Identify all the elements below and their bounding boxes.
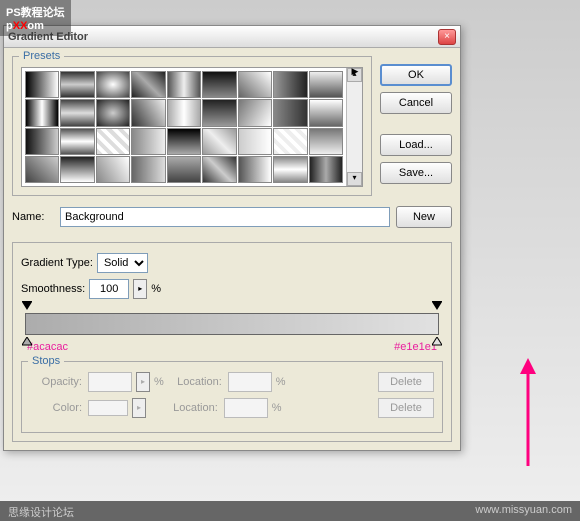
color-annotations: #acacac #e1e1e1 — [21, 341, 443, 357]
preset-swatch[interactable] — [167, 71, 201, 98]
load-button[interactable]: Load... — [380, 134, 452, 156]
preset-swatch[interactable] — [25, 99, 59, 126]
preset-swatch[interactable] — [25, 71, 59, 98]
save-button[interactable]: Save... — [380, 162, 452, 184]
color-swatch — [88, 400, 128, 416]
stops-label: Stops — [28, 355, 64, 367]
preset-swatch[interactable] — [96, 128, 130, 155]
preset-swatch[interactable] — [202, 156, 236, 183]
opacity-location-label: Location: — [168, 376, 224, 388]
stops-group: Stops Opacity: ▸ % Location: % Delete Co… — [21, 361, 443, 433]
preset-swatch[interactable] — [309, 99, 343, 126]
preset-swatch[interactable] — [273, 71, 307, 98]
preset-swatch[interactable] — [25, 156, 59, 183]
gradient-type-group: Gradient Type: Solid Smoothness: ▸ % #ac… — [12, 242, 452, 442]
preset-swatch[interactable] — [96, 156, 130, 183]
annotation-arrow-icon — [516, 358, 540, 471]
watermark-line1: PS教程论坛 — [6, 4, 65, 20]
status-bar: 思缘设计论坛 www.missyuan.com — [0, 501, 580, 521]
preset-swatch-grid — [22, 68, 346, 186]
gradient-type-label: Gradient Type: — [21, 257, 93, 269]
watermark-overlay: PS教程论坛 pXXom — [0, 0, 71, 36]
gradient-bar[interactable] — [25, 313, 439, 335]
opacity-label: Opacity: — [30, 376, 84, 388]
presets-group: Presets ▶ ▴ ▾ — [12, 56, 372, 196]
preset-swatch[interactable] — [131, 71, 165, 98]
presets-label: Presets — [19, 50, 64, 62]
gradient-editor-dialog: Gradient Editor × Presets ▶ ▴ ▾ OK Cance… — [3, 25, 461, 451]
preset-swatch[interactable] — [309, 71, 343, 98]
side-button-column: OK Cancel Load... Save... — [380, 56, 452, 196]
preset-swatch[interactable] — [309, 128, 343, 155]
preset-swatch[interactable] — [273, 156, 307, 183]
preset-area: ▴ ▾ — [21, 67, 363, 187]
presets-flyout-button[interactable]: ▶ — [349, 65, 361, 77]
smoothness-flyout-button[interactable]: ▸ — [133, 279, 147, 299]
color-label: Color: — [30, 402, 84, 414]
preset-swatch[interactable] — [60, 71, 94, 98]
preset-swatch[interactable] — [96, 99, 130, 126]
opacity-location-input — [228, 372, 272, 392]
preset-swatch[interactable] — [131, 156, 165, 183]
cancel-button[interactable]: Cancel — [380, 92, 452, 114]
opacity-delete-button: Delete — [378, 372, 434, 392]
preset-swatch[interactable] — [238, 99, 272, 126]
color-flyout-button: ▸ — [132, 398, 146, 418]
close-button[interactable]: × — [438, 29, 456, 45]
left-color-annotation: #acacac — [27, 341, 68, 353]
color-delete-button: Delete — [378, 398, 434, 418]
name-row: Name: New — [12, 202, 452, 232]
preset-swatch[interactable] — [202, 71, 236, 98]
ok-button[interactable]: OK — [380, 64, 452, 86]
smoothness-label: Smoothness: — [21, 283, 85, 295]
preset-swatch[interactable] — [167, 156, 201, 183]
percent-sign: % — [151, 283, 161, 295]
opacity-stop-right[interactable] — [432, 301, 442, 311]
preset-scrollbar[interactable]: ▴ ▾ — [346, 68, 362, 186]
watermark-line2: pXXom — [6, 20, 65, 32]
smoothness-input[interactable] — [89, 279, 129, 299]
dialog-title: Gradient Editor — [8, 31, 438, 43]
opacity-location-percent: % — [276, 376, 286, 388]
preset-swatch[interactable] — [238, 156, 272, 183]
scroll-down-icon[interactable]: ▾ — [347, 172, 362, 186]
gradient-type-select[interactable]: Solid — [97, 253, 148, 273]
gradient-bar-wrap — [25, 313, 439, 335]
name-input[interactable] — [60, 207, 390, 227]
name-label: Name: — [12, 211, 54, 223]
color-stop-right[interactable] — [432, 337, 442, 347]
preset-swatch[interactable] — [131, 128, 165, 155]
preset-swatch[interactable] — [60, 156, 94, 183]
preset-swatch[interactable] — [202, 128, 236, 155]
opacity-stop-left[interactable] — [22, 301, 32, 311]
preset-swatch[interactable] — [273, 99, 307, 126]
right-color-annotation: #e1e1e1 — [394, 341, 437, 353]
preset-swatch[interactable] — [96, 71, 130, 98]
preset-swatch[interactable] — [60, 128, 94, 155]
preset-swatch[interactable] — [167, 99, 201, 126]
preset-swatch[interactable] — [25, 128, 59, 155]
status-right: www.missyuan.com — [475, 504, 572, 518]
color-location-input — [224, 398, 268, 418]
preset-swatch[interactable] — [238, 71, 272, 98]
opacity-percent: % — [154, 376, 164, 388]
status-left: 思缘设计论坛 — [8, 504, 74, 518]
preset-swatch[interactable] — [238, 128, 272, 155]
color-location-percent: % — [272, 402, 282, 414]
preset-swatch[interactable] — [60, 99, 94, 126]
preset-swatch[interactable] — [167, 128, 201, 155]
opacity-flyout-button: ▸ — [136, 372, 150, 392]
titlebar[interactable]: Gradient Editor × — [4, 26, 460, 48]
color-stop-left[interactable] — [22, 337, 32, 347]
dialog-body: Presets ▶ ▴ ▾ OK Cancel Load... Save... — [4, 48, 460, 450]
preset-swatch[interactable] — [131, 99, 165, 126]
preset-swatch[interactable] — [202, 99, 236, 126]
preset-swatch[interactable] — [273, 128, 307, 155]
new-button[interactable]: New — [396, 206, 452, 228]
preset-swatch[interactable] — [309, 156, 343, 183]
opacity-input — [88, 372, 132, 392]
color-location-label: Location: — [164, 402, 220, 414]
